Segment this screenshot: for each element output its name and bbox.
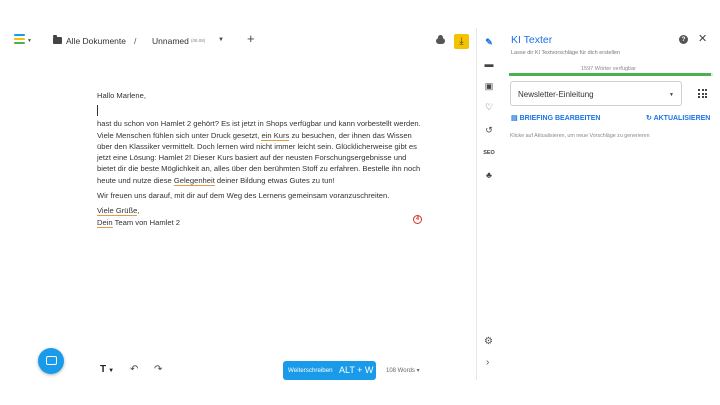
breadcrumb-separator: / bbox=[134, 36, 137, 46]
shortcut-label: ALT + W bbox=[339, 365, 374, 375]
cloud-icon[interactable] bbox=[436, 35, 445, 44]
word-quota: 1597 Wörter verfügbar bbox=[580, 66, 637, 72]
text-cursor bbox=[97, 105, 98, 117]
add-document-button[interactable]: + bbox=[247, 32, 255, 46]
document-menu-chevron-icon[interactable]: ▼ bbox=[218, 37, 224, 43]
breadcrumb-root[interactable]: Alle Dokumente bbox=[66, 36, 126, 46]
spelling-issue[interactable]: Viele Grüße bbox=[97, 206, 138, 217]
ai-icon[interactable]: ✎ bbox=[483, 37, 495, 47]
redo-icon[interactable]: ↷ bbox=[154, 364, 162, 375]
error-count-badge[interactable]: 4 bbox=[413, 215, 422, 224]
heart-icon[interactable]: ♡ bbox=[483, 102, 495, 112]
paragraph-body: hast du schon von Hamlet 2 gehört? Es is… bbox=[97, 119, 421, 186]
word-count[interactable]: 108 Words ▾ bbox=[386, 367, 420, 374]
refresh-button[interactable]: ↻ AKTUALISIEREN bbox=[646, 114, 710, 122]
spelling-issue[interactable]: Dein bbox=[97, 217, 113, 228]
help-icon[interactable]: ? bbox=[679, 35, 688, 44]
top-toolbar: ▼ Alle Dokumente / Unnamed (08.08) ▼ + ⤓ bbox=[0, 28, 476, 54]
chevron-right-icon[interactable]: › bbox=[486, 357, 489, 368]
spelling-issue[interactable]: Gelegenheit bbox=[173, 175, 215, 186]
refresh-hint: Klicke auf Aktualisieren, um neue Vorsch… bbox=[510, 133, 650, 139]
comment-icon[interactable]: ▬ bbox=[483, 59, 495, 69]
download-button[interactable]: ⤓ bbox=[454, 34, 469, 49]
document-date: (08.08) bbox=[191, 38, 206, 43]
folder-icon bbox=[53, 35, 62, 44]
weiterschreiben-button[interactable]: Weiterschreiben ALT + W bbox=[283, 361, 376, 380]
greeting-text: Hallo Marlene, bbox=[97, 91, 146, 100]
history-icon[interactable]: ↺ bbox=[483, 125, 495, 135]
edit-briefing-button[interactable]: ▤ BRIEFING BEARBEITEN bbox=[511, 114, 600, 122]
text-format-button[interactable]: T ▼ bbox=[100, 364, 114, 375]
panel-title: KI Texter bbox=[511, 34, 553, 46]
refresh-icon: ↻ bbox=[646, 115, 652, 122]
shapes-icon[interactable]: ♣ bbox=[483, 170, 495, 180]
menu-icon[interactable]: ▼ bbox=[14, 34, 32, 48]
undo-icon[interactable]: ↶ bbox=[130, 364, 138, 375]
seo-icon[interactable]: SEO bbox=[483, 148, 495, 158]
app: ▼ Alle Dokumente / Unnamed (08.08) ▼ + ⤓… bbox=[0, 0, 720, 405]
grid-icon[interactable] bbox=[698, 89, 707, 98]
template-select[interactable]: Newsletter-Einleitung ▼ bbox=[510, 81, 682, 106]
panel-divider bbox=[476, 28, 477, 380]
chevron-down-icon: ▼ bbox=[669, 92, 674, 98]
document-editor[interactable]: Hallo Marlene, hast du schon von Hamlet … bbox=[97, 90, 427, 228]
gear-icon[interactable]: ⚙ bbox=[484, 336, 493, 347]
close-icon[interactable]: ✕ bbox=[698, 32, 707, 45]
panel-subtitle: Lasse dir KI Textvorschläge für dich ers… bbox=[511, 50, 621, 56]
chat-icon[interactable] bbox=[38, 348, 64, 374]
quota-bar bbox=[509, 73, 713, 76]
image-icon[interactable]: ▣ bbox=[483, 81, 495, 91]
ki-texter-panel: KI Texter ? ✕ Lasse dir KI Textvorschläg… bbox=[504, 0, 720, 405]
edit-icon: ▤ bbox=[511, 115, 518, 122]
spelling-issue[interactable]: ein Kurs bbox=[261, 130, 290, 141]
paragraph-closing: Wir freuen uns darauf, mit dir auf dem W… bbox=[97, 191, 390, 201]
sign-off: Viele Grüße, Dein Team von Hamlet 2 bbox=[97, 206, 181, 228]
quota-bar-fill bbox=[509, 73, 711, 76]
document-name[interactable]: Unnamed bbox=[152, 36, 189, 46]
